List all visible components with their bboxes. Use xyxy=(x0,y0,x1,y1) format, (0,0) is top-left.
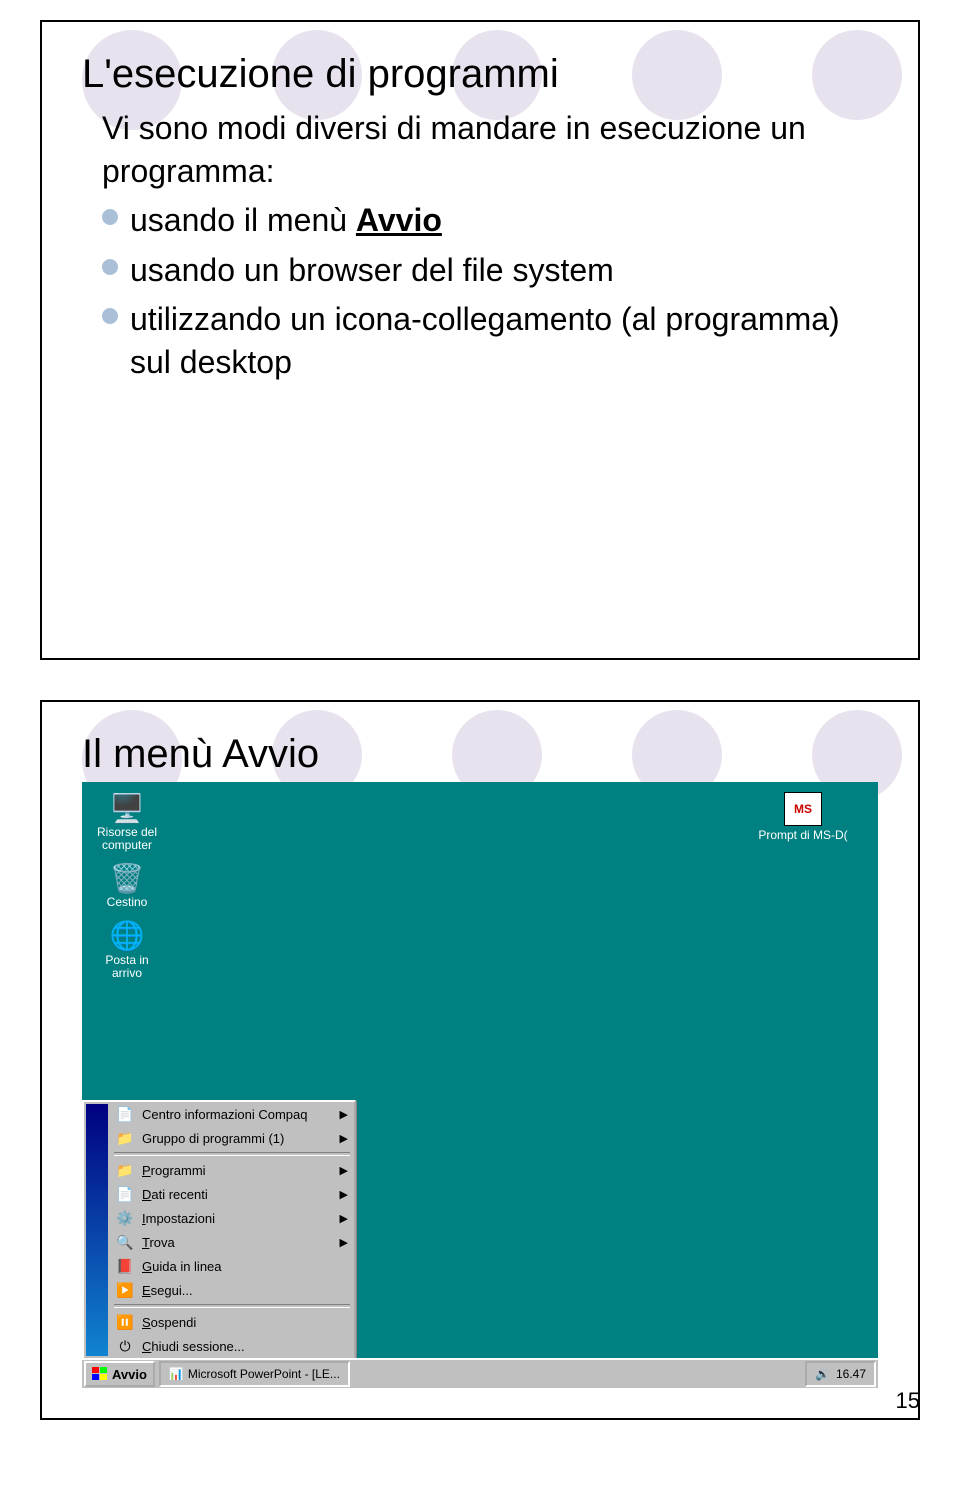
taskbar-app-label: Microsoft PowerPoint - [LE... xyxy=(188,1367,340,1381)
system-tray[interactable]: 🔊 16.47 xyxy=(805,1361,876,1387)
programmi-icon: 📁 xyxy=(116,1161,134,1179)
start-button[interactable]: Avvio xyxy=(84,1361,155,1387)
msdos-icon: MS xyxy=(784,792,822,826)
menu-item-label: Chiudi sessione... xyxy=(142,1339,348,1354)
desktop-icon-posta[interactable]: 🌐Posta in arrivo xyxy=(92,920,162,980)
bullet-item: usando il menù Avvio xyxy=(102,199,878,242)
menu-item-label: Trova xyxy=(142,1235,332,1250)
cestino-icon: 🗑️ xyxy=(109,862,145,894)
start-menu-item-chiudi[interactable]: ⏻ Chiudi sessione... xyxy=(110,1334,354,1358)
start-button-label: Avvio xyxy=(112,1367,147,1382)
desktop-icon-label: Posta in arrivo xyxy=(92,954,162,980)
slide-title: Il menù Avvio xyxy=(82,732,918,777)
esegui-icon: ▶️ xyxy=(116,1281,134,1299)
slide-title: L'esecuzione di programmi xyxy=(82,52,918,97)
start-menu-item-impostazioni[interactable]: ⚙️ Impostazioni ▶ xyxy=(110,1206,354,1230)
dati-icon: 📄 xyxy=(116,1185,134,1203)
start-menu-item-programmi[interactable]: 📁 Programmi ▶ xyxy=(110,1158,354,1182)
desktop-icon-risorse[interactable]: 🖥️Risorse del computer xyxy=(92,792,162,852)
submenu-arrow-icon: ▶ xyxy=(340,1188,348,1201)
clock: 16.47 xyxy=(836,1367,866,1381)
menu-item-label: Impostazioni xyxy=(142,1211,332,1226)
page-number: 15 xyxy=(896,1388,920,1414)
desktop-icon-label: Risorse del computer xyxy=(92,826,162,852)
bullet-item: usando un browser del file system xyxy=(102,249,878,292)
bullet-text: usando un browser del file system xyxy=(130,249,614,292)
guida-icon: 📕 xyxy=(116,1257,134,1275)
menu-item-label: Esegui... xyxy=(142,1283,348,1298)
desktop-icon-cestino[interactable]: 🗑️ Cestino xyxy=(92,862,162,909)
start-menu: 📄 Centro informazioni Compaq ▶ 📁 Gruppo di p… xyxy=(82,1100,356,1360)
start-menu-item-sospendi[interactable]: ⏸️ Sospendi xyxy=(110,1310,354,1334)
start-menu-item-esegui[interactable]: ▶️ Esegui... xyxy=(110,1278,354,1302)
submenu-arrow-icon: ▶ xyxy=(340,1132,348,1145)
start-menu-item-gruppo[interactable]: 📁 Gruppo di programmi (1) ▶ xyxy=(110,1126,354,1150)
taskbar: Avvio 📊 Microsoft PowerPoint - [LE... 🔊 … xyxy=(82,1358,878,1388)
submenu-arrow-icon: ▶ xyxy=(340,1108,348,1121)
slide-body: Vi sono modi diversi di mandare in esecu… xyxy=(102,107,878,384)
trova-icon: 🔍 xyxy=(116,1233,134,1251)
gruppo-icon: 📁 xyxy=(116,1129,134,1147)
start-menu-item-guida[interactable]: 📕 Guida in linea xyxy=(110,1254,354,1278)
desktop-icon-label: Cestino xyxy=(107,896,148,909)
impostazioni-icon: ⚙️ xyxy=(116,1209,134,1227)
submenu-arrow-icon: ▶ xyxy=(340,1212,348,1225)
menu-item-label: Guida in linea xyxy=(142,1259,348,1274)
bullet-item: utilizzando un icona-collegamento (al pr… xyxy=(102,298,878,384)
menu-separator xyxy=(114,1152,350,1156)
menu-item-label: Sospendi xyxy=(142,1315,348,1330)
submenu-arrow-icon: ▶ xyxy=(340,1236,348,1249)
menu-separator xyxy=(114,1304,350,1308)
bullet-icon xyxy=(102,209,118,225)
menu-item-label: Gruppo di programmi (1) xyxy=(142,1131,332,1146)
start-menu-item-trova[interactable]: 🔍 Trova ▶ xyxy=(110,1230,354,1254)
slide-2: Il menù Avvio 🖥️Risorse del computer 🗑️ Ce… xyxy=(40,700,920,1420)
intro-text: Vi sono modi diversi di mandare in esecu… xyxy=(102,107,878,193)
desktop-icon-msdos[interactable]: MS Prompt di MS-D( xyxy=(758,792,848,842)
sospendi-icon: ⏸️ xyxy=(116,1313,134,1331)
bullet-text: usando il menù Avvio xyxy=(130,199,442,242)
start-menu-band xyxy=(86,1104,108,1356)
bullet-text: utilizzando un icona-collegamento (al pr… xyxy=(130,298,878,384)
tray-icon: 🔊 xyxy=(815,1367,830,1381)
start-menu-item-compaq[interactable]: 📄 Centro informazioni Compaq ▶ xyxy=(110,1102,354,1126)
submenu-arrow-icon: ▶ xyxy=(340,1164,348,1177)
bullet-icon xyxy=(102,308,118,324)
taskbar-app-button[interactable]: 📊 Microsoft PowerPoint - [LE... xyxy=(159,1361,350,1387)
windows-logo-icon xyxy=(92,1367,108,1381)
menu-item-label: Dati recenti xyxy=(142,1187,332,1202)
desktop-icon-label: Prompt di MS-D( xyxy=(758,828,847,842)
windows-desktop: 🖥️Risorse del computer 🗑️ Cestino 🌐Posta in… xyxy=(82,782,878,1388)
risorse-icon: 🖥️ xyxy=(109,792,145,824)
powerpoint-icon: 📊 xyxy=(169,1367,184,1381)
start-menu-item-dati[interactable]: 📄 Dati recenti ▶ xyxy=(110,1182,354,1206)
chiudi-icon: ⏻ xyxy=(116,1337,134,1355)
bullet-icon xyxy=(102,259,118,275)
menu-item-label: Centro informazioni Compaq xyxy=(142,1107,332,1122)
compaq-icon: 📄 xyxy=(116,1105,134,1123)
slide-1: L'esecuzione di programmi Vi sono modi d… xyxy=(40,20,920,660)
menu-item-label: Programmi xyxy=(142,1163,332,1178)
posta-icon: 🌐 xyxy=(109,920,145,952)
